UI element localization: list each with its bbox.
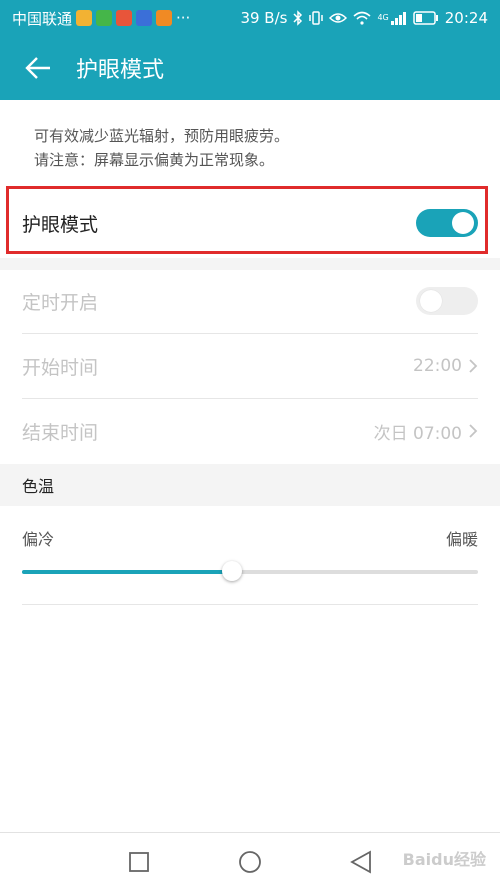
divider	[22, 333, 478, 334]
end-time-value: 次日 07:00	[373, 423, 462, 444]
warm-label: 偏暖	[445, 530, 478, 549]
carrier-label: 中国联通	[12, 9, 73, 28]
wifi-icon	[353, 11, 371, 25]
vibrate-icon	[309, 11, 324, 25]
description-line-2: 请注意：屏幕显示偏黄为正常现象。	[34, 151, 275, 169]
play-app-icon	[156, 10, 173, 26]
app-notification-icon	[76, 10, 93, 26]
home-button[interactable]	[235, 847, 265, 877]
watermark: Baidu经验	[402, 850, 486, 869]
circle-icon	[239, 851, 261, 873]
toggle-knob	[420, 290, 442, 312]
slider-labels: 偏冷 偏暖	[22, 526, 478, 550]
section-gap	[0, 258, 500, 270]
eye-comfort-icon	[329, 13, 348, 23]
video-app-icon	[96, 10, 113, 26]
network-type-label: 4G	[377, 13, 389, 22]
eye-mode-toggle[interactable]	[416, 209, 478, 237]
divider	[22, 604, 478, 605]
tv-app-icon	[136, 10, 153, 26]
more-notifications-icon: ···	[176, 9, 191, 27]
cool-label: 偏冷	[22, 530, 55, 549]
end-time-row[interactable]: 结束时间 次日 07:00	[22, 406, 478, 456]
battery-icon	[413, 11, 438, 25]
arrow-left-icon	[25, 57, 50, 79]
network-speed: 39 B/s	[240, 9, 288, 27]
end-time-label: 结束时间	[22, 421, 99, 444]
toggle-knob	[452, 212, 474, 234]
divider	[22, 398, 478, 399]
slider-fill	[22, 570, 232, 574]
back-button[interactable]	[0, 36, 76, 100]
eye-mode-label: 护眼模式	[22, 213, 99, 236]
eye-mode-row[interactable]: 护眼模式	[22, 198, 478, 248]
color-temp-slider[interactable]	[22, 561, 478, 581]
game-app-icon	[116, 10, 133, 26]
triangle-back-icon	[350, 850, 371, 874]
signal-icon	[390, 12, 406, 25]
start-time-row[interactable]: 开始时间 22:00	[22, 341, 478, 391]
schedule-row[interactable]: 定时开启	[22, 276, 478, 326]
start-time-label: 开始时间	[22, 356, 99, 379]
page-title: 护眼模式	[76, 58, 165, 83]
nav-back-button[interactable]	[346, 847, 376, 877]
schedule-toggle[interactable]	[416, 287, 478, 315]
chevron-right-icon	[469, 424, 478, 438]
clock: 20:24	[444, 9, 488, 27]
slider-thumb[interactable]	[221, 561, 242, 581]
recent-apps-button[interactable]	[124, 847, 154, 877]
schedule-label: 定时开启	[22, 291, 99, 314]
bluetooth-icon	[293, 10, 303, 26]
description-line-1: 可有效减少蓝光辐射，预防用眼疲劳。	[34, 127, 290, 145]
chevron-right-icon	[469, 359, 478, 373]
color-temp-section-title: 色温	[0, 464, 500, 506]
status-bar: 中国联通 ··· 39 B/s 4G 20:24	[0, 0, 500, 36]
description: 可有效减少蓝光辐射，预防用眼疲劳。 请注意：屏幕显示偏黄为正常现象。	[34, 124, 289, 172]
start-time-value: 22:00	[413, 356, 462, 376]
square-icon	[129, 852, 149, 872]
title-bar: 护眼模式	[0, 36, 500, 100]
